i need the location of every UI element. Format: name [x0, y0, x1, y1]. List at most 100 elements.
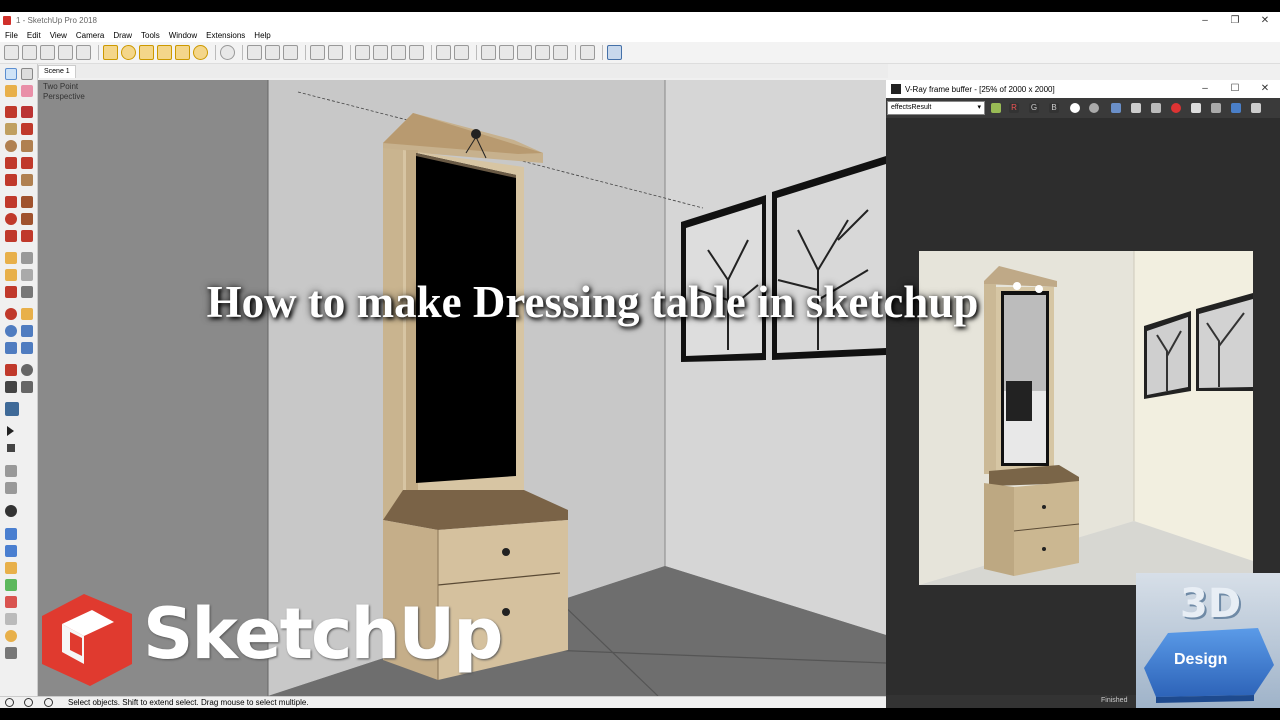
xray-icon[interactable]	[355, 45, 370, 60]
vray-object-5-icon[interactable]	[5, 596, 17, 608]
restore-button[interactable]: ❐	[1220, 12, 1250, 30]
lens-effects-icon[interactable]	[1231, 103, 1241, 113]
walk-icon[interactable]	[5, 381, 17, 393]
scale-icon[interactable]	[5, 230, 17, 242]
close-button[interactable]: ✕	[1250, 12, 1280, 30]
drape-icon[interactable]	[157, 45, 172, 60]
vray-object-2-icon[interactable]	[5, 545, 17, 557]
stop-render-icon[interactable]	[1171, 103, 1181, 113]
stamp-icon[interactable]	[175, 45, 190, 60]
vray-lights-icon[interactable]	[5, 465, 17, 477]
vray-close-button[interactable]: ✕	[1250, 80, 1280, 98]
extension-warehouse-icon[interactable]	[265, 45, 280, 60]
shadows-icon[interactable]	[535, 45, 550, 60]
offset-icon[interactable]	[21, 230, 33, 242]
track-mouse-icon[interactable]	[1151, 103, 1161, 113]
menu-extensions[interactable]: Extensions	[206, 30, 245, 42]
history-icon[interactable]	[1251, 103, 1261, 113]
geo-location-icon[interactable]	[5, 698, 14, 707]
line-tool-icon[interactable]	[5, 106, 17, 118]
make-component-icon[interactable]	[21, 68, 33, 80]
rotate-icon[interactable]	[5, 213, 17, 225]
back-edges-icon[interactable]	[373, 45, 388, 60]
monochrome-icon[interactable]	[517, 45, 532, 60]
look-around-icon[interactable]	[21, 364, 33, 376]
vray-object-6-icon[interactable]	[5, 613, 17, 625]
move-icon[interactable]	[5, 196, 17, 208]
alpha-white-icon[interactable]	[1070, 103, 1080, 113]
wireframe-icon[interactable]	[391, 45, 406, 60]
vray-maximize-button[interactable]: ☐	[1220, 80, 1250, 98]
vray-minimize-button[interactable]: –	[1190, 80, 1220, 98]
clear-image-icon[interactable]	[1131, 103, 1141, 113]
vray-object-4-icon[interactable]	[5, 579, 17, 591]
tab-scene-1[interactable]: Scene 1	[38, 65, 76, 78]
smoove-icon[interactable]	[193, 45, 208, 60]
blue-channel-button[interactable]: B	[1049, 103, 1059, 113]
share-model-icon[interactable]	[283, 45, 298, 60]
select-arrow-icon[interactable]	[5, 68, 17, 80]
save-image-icon[interactable]	[1111, 103, 1121, 113]
channel-select[interactable]: effectsResult ▾	[887, 101, 985, 115]
menu-edit[interactable]: Edit	[27, 30, 41, 42]
camera-view-icon[interactable]	[4, 45, 19, 60]
alpha-grey-icon[interactable]	[1089, 103, 1099, 113]
top-view-icon[interactable]	[40, 45, 55, 60]
circle-tool-icon[interactable]	[121, 45, 136, 60]
menu-camera[interactable]: Camera	[76, 30, 104, 42]
group-icon[interactable]	[454, 45, 469, 60]
follow-me-icon[interactable]	[21, 213, 33, 225]
menu-tools[interactable]: Tools	[141, 30, 160, 42]
tape-measure-icon[interactable]	[5, 252, 17, 264]
menu-view[interactable]: View	[50, 30, 67, 42]
color-channels-icon[interactable]	[991, 103, 1001, 113]
eraser-icon[interactable]	[21, 85, 33, 97]
vray-object-7-icon[interactable]	[5, 630, 17, 642]
zoom-extents-icon[interactable]	[5, 342, 17, 354]
layers-icon[interactable]	[580, 45, 595, 60]
vray-object-1-icon[interactable]	[5, 528, 17, 540]
red-channel-button[interactable]: R	[1009, 103, 1019, 113]
render-stop-icon[interactable]	[7, 444, 15, 452]
previous-view-icon[interactable]	[21, 342, 33, 354]
help-icon[interactable]	[44, 698, 53, 707]
settings-gear-icon[interactable]	[5, 505, 17, 517]
vray-asset-icon[interactable]	[5, 402, 19, 416]
menu-window[interactable]: Window	[169, 30, 197, 42]
component-icon[interactable]	[436, 45, 451, 60]
vray-light-2-icon[interactable]	[5, 482, 17, 494]
iso-view-icon[interactable]	[22, 45, 37, 60]
three-point-arc-icon[interactable]	[21, 174, 33, 186]
menu-draw[interactable]: Draw	[113, 30, 132, 42]
rotated-rectangle-icon[interactable]	[21, 123, 33, 135]
credits-icon[interactable]	[24, 698, 33, 707]
menu-file[interactable]: File	[5, 30, 18, 42]
fog-icon[interactable]	[553, 45, 568, 60]
freehand-icon[interactable]	[21, 106, 33, 118]
paint-bucket-icon[interactable]	[5, 85, 17, 97]
polygon-icon[interactable]	[21, 140, 33, 152]
render-play-icon[interactable]	[7, 426, 14, 436]
front-view-icon[interactable]	[58, 45, 73, 60]
menu-help[interactable]: Help	[254, 30, 270, 42]
circle-icon[interactable]	[5, 140, 17, 152]
warehouse-icon[interactable]	[247, 45, 262, 60]
hidden-line-icon[interactable]	[409, 45, 424, 60]
right-view-icon[interactable]	[76, 45, 91, 60]
arc-icon[interactable]	[5, 157, 17, 169]
two-point-arc-icon[interactable]	[5, 174, 17, 186]
style-icon[interactable]	[220, 45, 235, 60]
section-icon[interactable]	[21, 381, 33, 393]
section-plane-icon[interactable]	[310, 45, 325, 60]
textured-icon[interactable]	[499, 45, 514, 60]
dimension-icon[interactable]	[21, 252, 33, 264]
shaded-icon[interactable]	[481, 45, 496, 60]
region-render-icon[interactable]	[1191, 103, 1201, 113]
sandbox-icon[interactable]	[103, 45, 118, 60]
render-last-icon[interactable]	[1211, 103, 1221, 113]
position-camera-icon[interactable]	[5, 364, 17, 376]
polygon-tool-icon[interactable]	[139, 45, 154, 60]
green-channel-button[interactable]: G	[1029, 103, 1039, 113]
push-pull-icon[interactable]	[21, 196, 33, 208]
rectangle-icon[interactable]	[5, 123, 17, 135]
